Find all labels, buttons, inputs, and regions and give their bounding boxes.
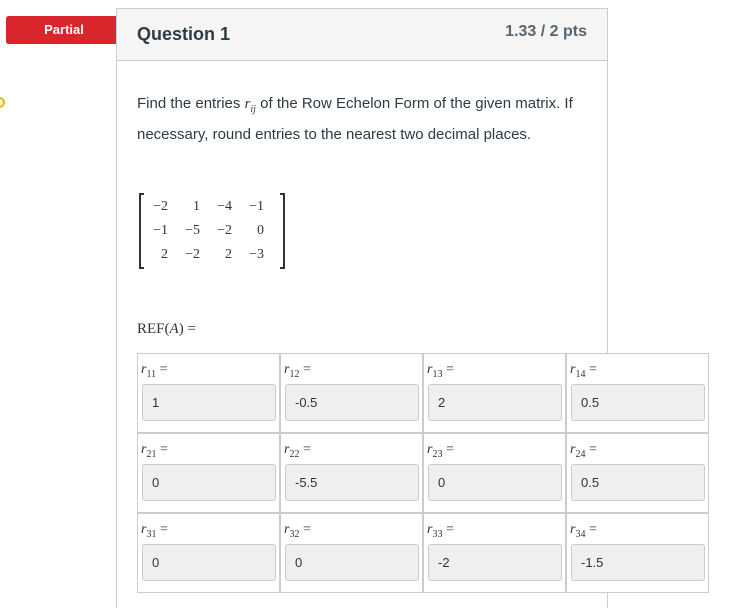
answer-label: r33 =	[427, 522, 454, 540]
matrix-row: 2 −2 2 −3	[146, 243, 264, 267]
answer-cell-r34: r34 = -1.5	[566, 513, 709, 593]
answer-label: r31 =	[141, 522, 168, 540]
prompt-variable: rij	[244, 96, 256, 115]
answer-grid: r11 = 1 r12 = -0.5 r13 = 2 r14 = 0.5 r21 = 0 r22 =…	[137, 353, 710, 593]
answer-cell-r22: r22 = -5.5	[280, 433, 423, 513]
answer-cell-r21: r21 = 0	[137, 433, 280, 513]
matrix-entry: −2	[185, 247, 200, 262]
answer-cell-r24: r24 = 0.5	[566, 433, 709, 513]
answer-cell-r32: r32 = 0	[280, 513, 423, 593]
answer-label: r34 =	[570, 522, 597, 540]
matrix-left-bracket	[139, 193, 144, 269]
answer-label: r12 =	[284, 362, 311, 380]
answer-cell-r11: r11 = 1	[137, 353, 280, 433]
answer-label: r22 =	[284, 442, 311, 460]
answer-input[interactable]: 1	[142, 384, 276, 421]
answer-label: r14 =	[570, 362, 597, 380]
status-indicator-icon	[0, 97, 5, 108]
answer-label: r32 =	[284, 522, 311, 540]
answer-cell-r31: r31 = 0	[137, 513, 280, 593]
ref-label: REF(A) =	[137, 321, 196, 337]
matrix-entry: 2	[161, 247, 168, 262]
matrix-table: −2 1 −4 −1 −1 −5 −2 0 2 −2 2 −3	[146, 195, 264, 267]
matrix-entry: 1	[193, 199, 200, 214]
answer-input[interactable]: 0	[142, 464, 276, 501]
answer-label: r23 =	[427, 442, 454, 460]
answer-input[interactable]: -1.5	[571, 544, 705, 581]
matrix-A: −2 1 −4 −1 −1 −5 −2 0 2 −2 2 −3	[139, 193, 285, 269]
answer-label: r13 =	[427, 362, 454, 380]
answer-cell-r14: r14 = 0.5	[566, 353, 709, 433]
answer-input[interactable]: -5.5	[285, 464, 419, 501]
matrix-entry: −5	[185, 223, 200, 238]
answer-label: r24 =	[570, 442, 597, 460]
answer-cell-r33: r33 = -2	[423, 513, 566, 593]
answer-cell-r13: r13 = 2	[423, 353, 566, 433]
matrix-entry: 0	[257, 223, 264, 238]
answer-input[interactable]: 0.5	[571, 384, 705, 421]
answer-input[interactable]: 0	[142, 544, 276, 581]
answer-input[interactable]: 0	[428, 464, 562, 501]
answer-cell-r23: r23 = 0	[423, 433, 566, 513]
matrix-entry: −2	[217, 223, 232, 238]
matrix-entry: −4	[217, 199, 232, 214]
matrix-row: −1 −5 −2 0	[146, 219, 264, 243]
matrix-row: −2 1 −4 −1	[146, 195, 264, 219]
answer-input[interactable]: 0.5	[571, 464, 705, 501]
answer-input[interactable]: -2	[428, 544, 562, 581]
question-points: 1.33 / 2 pts	[505, 23, 587, 40]
prompt-text-before: Find the entries	[137, 95, 245, 112]
answer-input[interactable]: 0	[285, 544, 419, 581]
question-title: Question 1	[137, 24, 231, 44]
answer-label: r21 =	[141, 442, 168, 460]
matrix-entry: −2	[153, 199, 168, 214]
matrix-entry: −1	[153, 223, 168, 238]
answer-input[interactable]: 2	[428, 384, 562, 421]
matrix-entry: −3	[249, 247, 264, 262]
question-prompt: Find the entries rij of the Row Echelon …	[137, 91, 587, 147]
badge-label: Partial	[44, 22, 84, 37]
partial-badge: Partial	[6, 16, 133, 44]
matrix-entry: 2	[225, 247, 232, 262]
answer-cell-r12: r12 = -0.5	[280, 353, 423, 433]
question-header: Question 1 1.33 / 2 pts	[117, 9, 607, 61]
answer-input[interactable]: -0.5	[285, 384, 419, 421]
matrix-right-bracket	[280, 193, 285, 269]
answer-label: r11 =	[141, 362, 168, 380]
matrix-entry: −1	[249, 199, 264, 214]
